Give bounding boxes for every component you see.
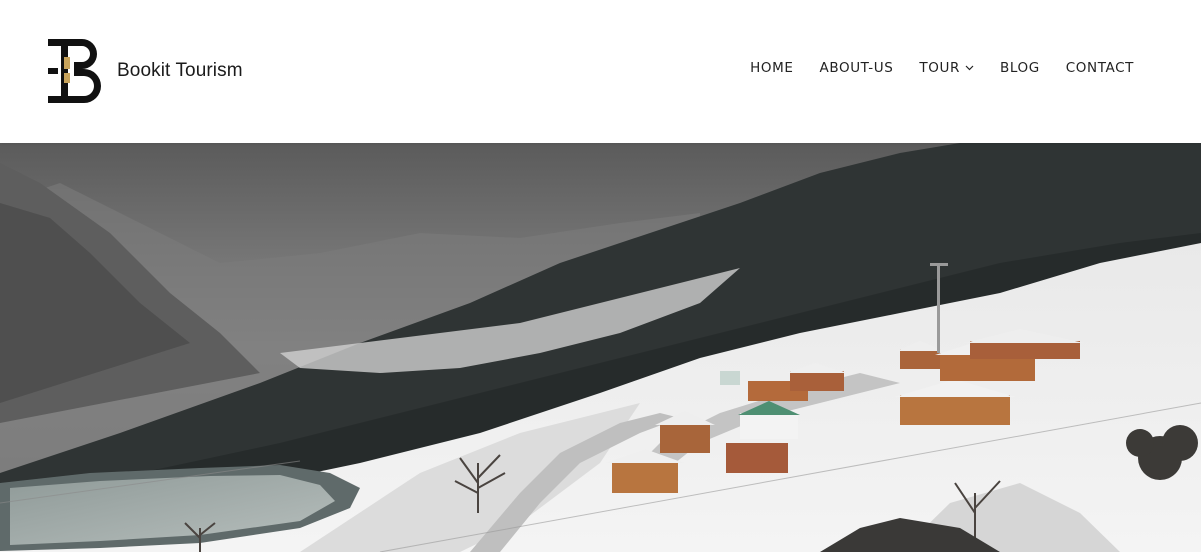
bookit-b-logo-icon	[48, 39, 101, 103]
site-header: Bookit Tourism HOME ABOUT-US TOUR BLOG C…	[0, 0, 1201, 143]
nav-blog-label: BLOG	[999, 60, 1040, 76]
brand-link[interactable]: Bookit Tourism	[48, 39, 243, 103]
main-nav: HOME ABOUT-US TOUR BLOG CONTACT	[750, 60, 1134, 76]
nav-contact[interactable]: CONTACT	[1066, 60, 1134, 76]
nav-home-label: HOME	[750, 60, 794, 76]
nav-tour-label: TOUR	[919, 60, 960, 76]
brand-name: Bookit Tourism	[117, 60, 243, 81]
nav-about-us-label: ABOUT-US	[819, 60, 894, 76]
nav-blog[interactable]: BLOG	[1000, 60, 1040, 76]
nav-contact-label: CONTACT	[1065, 60, 1134, 76]
hero-banner	[0, 143, 1201, 552]
snowy-mountain-resort-photo	[0, 143, 1201, 552]
nav-home[interactable]: HOME	[750, 60, 793, 76]
nav-about-us[interactable]: ABOUT-US	[820, 60, 894, 76]
nav-tour[interactable]: TOUR	[919, 60, 974, 76]
chevron-down-icon	[965, 65, 974, 71]
